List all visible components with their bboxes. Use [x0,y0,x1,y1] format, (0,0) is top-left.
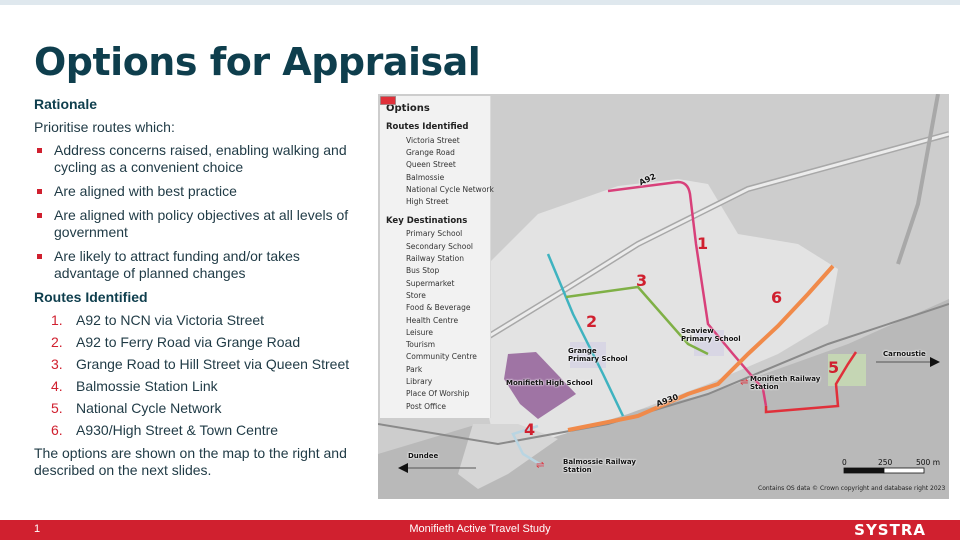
legend-title: Options [386,103,430,114]
area-swatch-icon [380,96,402,411]
railway-station-icon: ⇌ [740,377,748,388]
double-arrow-icon [380,97,402,182]
dot-icon [386,98,402,361]
legend-destination-item: Supermarket [385,97,490,289]
route-item: 4. Balmossie Station Link [51,378,218,394]
label-balmossie-railway-station: Balmossie Railway Station [563,458,636,474]
legend-destination-item: Food & Beverage [386,98,490,314]
scale-tick-250: 250 [878,458,893,467]
legend-destinations-list: Primary School Secondary School Railway St… [380,96,490,412]
routes-list: 1. A92 to NCN via Victoria Street 2. A92 t… [34,312,364,439]
dot-icon [386,98,402,312]
legend-routes-list: Victoria Street Grange Road Queen Street Ba… [380,97,494,208]
diamond-icon [385,97,402,288]
route-map[interactable]: ⇌ ⇌ Options Routes Identified Victoria S… [378,94,949,499]
rationale-heading: Rationale [34,96,98,112]
area-swatch-icon [380,96,402,251]
legend-destination-item: Store [386,98,490,301]
legend-destination-item: Library [380,96,490,387]
rationale-bullet: Are likely to attract funding and/or tak… [34,248,364,282]
footer-bar: 1 Monifieth Active Travel Study SYSTRA [0,520,960,540]
health-centre-icon [385,97,402,325]
scale-tick-0: 0 [842,458,847,467]
legend-destination-item: Place Of Worship [380,96,490,400]
legend-route-item: High Street [380,97,490,207]
bullet-square-icon [37,213,42,218]
legend-route-item: Queen Street [380,97,490,171]
route-item: 3. Grange Road to Hill Street via Queen S… [51,356,350,372]
legend-destination-item: Railway Station [382,97,490,264]
legend-destination-item: Secondary School [380,96,490,252]
legend-destination-item: Park [380,96,490,375]
route-item: 5. National Cycle Network [51,400,222,416]
bullet-square-icon [37,148,42,153]
legend-destination-item: Community Centre [386,98,490,363]
route-number-4: 4 [524,420,536,439]
scale-tick-500: 500 m [916,458,941,467]
label-grange-primary-school: Grange Primary School [568,347,628,363]
dot-icon [386,98,402,300]
ring-icon [385,98,402,337]
route-number-3: 3 [636,271,648,290]
legend-destination-item: Leisure [385,98,490,338]
legend-routes-heading: Routes Identified [386,122,469,132]
area-swatch-icon [380,96,402,386]
railway-icon [382,97,402,263]
label-monifieth-railway-station: Monifieth Railway Station [750,375,821,391]
route-item: 1. A92 to NCN via Victoria Street [51,312,265,328]
dot-icon [386,98,402,275]
legend-route-item: National Cycle Network [380,97,494,195]
bullet-square-icon [37,254,42,259]
area-swatch-icon [380,96,402,238]
railway-station-icon: ⇌ [536,460,544,471]
route-number-1: 1 [697,234,709,253]
legend-destinations-heading: Key Destinations [386,215,468,226]
area-swatch-icon [380,96,402,374]
triangle-icon [384,97,402,349]
route-number-5: 5 [828,358,840,377]
double-arrow-icon [380,97,402,169]
route-item: 6. A930/High Street & Town Centre [51,422,279,438]
label-seaview-primary-school: Seaview Primary School [681,327,741,343]
legend-destination-item: Post Office [380,96,490,412]
legend-destination-item: Primary School [380,96,490,240]
rationale-bullet: Are aligned with policy objectives at al… [34,207,364,241]
route-number-2: 2 [586,312,598,331]
closing-text: The options are shown on the map to the … [34,445,347,478]
systra-logo: SYSTRA [854,521,926,539]
rationale-bullet: Are aligned with best practice [34,183,364,200]
bullet-square-icon [37,189,42,194]
legend-destination-item: Tourism [384,97,490,350]
routes-heading: Routes Identified [34,289,148,305]
legend-route-item: Balmossie [380,97,490,183]
map-credit: Contains OS data © Crown copyright and d… [758,485,946,492]
double-arrow-icon [380,97,402,157]
rationale-list: Address concerns raised, enabling walkin… [34,142,364,282]
area-swatch-icon [380,96,402,398]
slide-title: Options for Appraisal [34,40,481,84]
legend-destination-item: Bus Stop [386,98,490,277]
label-monifieth-high-school: Monifieth High School [506,379,593,387]
double-arrow-icon [380,97,402,206]
label-carnoustie: Carnoustie [883,350,926,358]
label-dundee: Dundee [408,452,439,460]
double-arrow-icon [380,97,402,145]
rationale-bullet: Address concerns raised, enabling walkin… [34,142,364,176]
map-legend: Options Routes Identified Victoria Stree… [380,96,494,418]
route-number-6: 6 [771,288,783,307]
text-panel: Rationale Prioritise routes which: Addre… [34,96,364,485]
legend-route-item: Grange Road [380,97,490,158]
scale-bar-white [883,467,925,474]
rationale-intro: Prioritise routes which: [34,119,175,135]
route-item: 2. A92 to Ferry Road via Grange Road [51,334,301,350]
footer-title: Monifieth Active Travel Study [409,523,551,535]
legend-route-item: Victoria Street [380,97,490,146]
double-arrow-icon [380,97,402,194]
scale-bar-black [843,467,885,474]
top-accent-bar [0,0,960,5]
legend-destination-item: Health Centre [385,97,490,326]
